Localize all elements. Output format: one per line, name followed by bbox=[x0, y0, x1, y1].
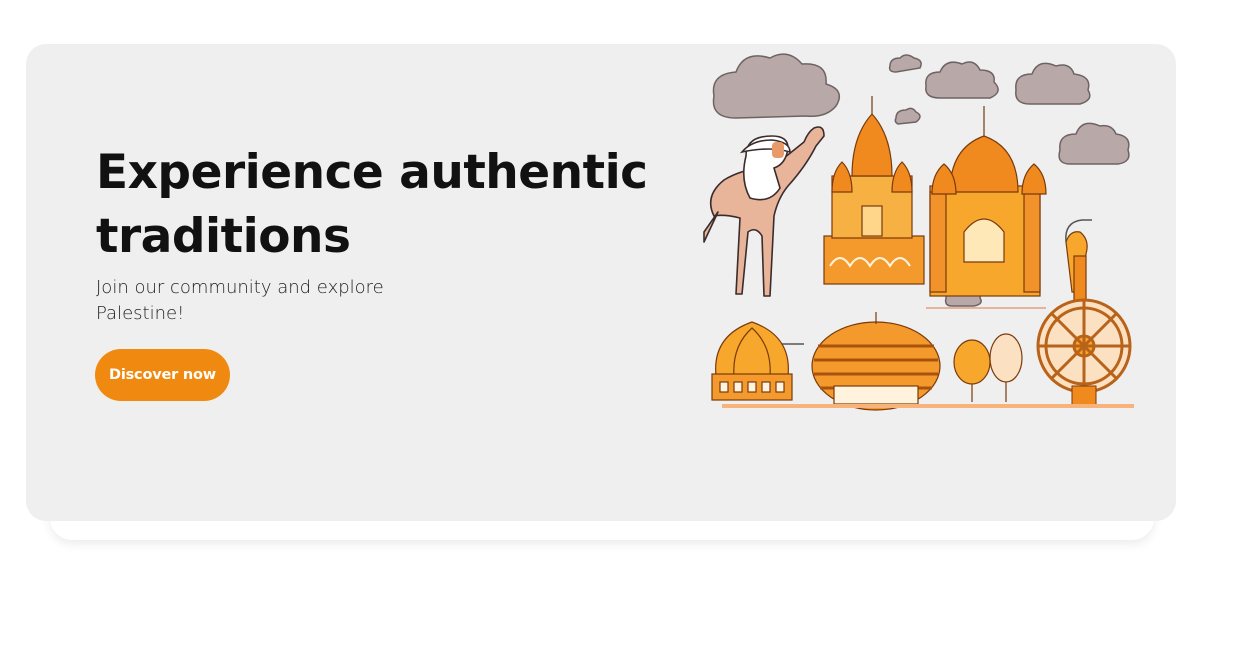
hero-subtitle: Join our community and explore Palestine… bbox=[96, 277, 384, 324]
discover-now-button[interactable]: Discover now bbox=[95, 349, 230, 401]
hero-banner: Experience authentic traditions Join our… bbox=[26, 44, 1176, 521]
landmarks-illustration-icon bbox=[694, 46, 1134, 411]
hero-title: Experience authentic traditions bbox=[96, 145, 648, 264]
page: Experience authentic traditions Join our… bbox=[0, 0, 1245, 667]
